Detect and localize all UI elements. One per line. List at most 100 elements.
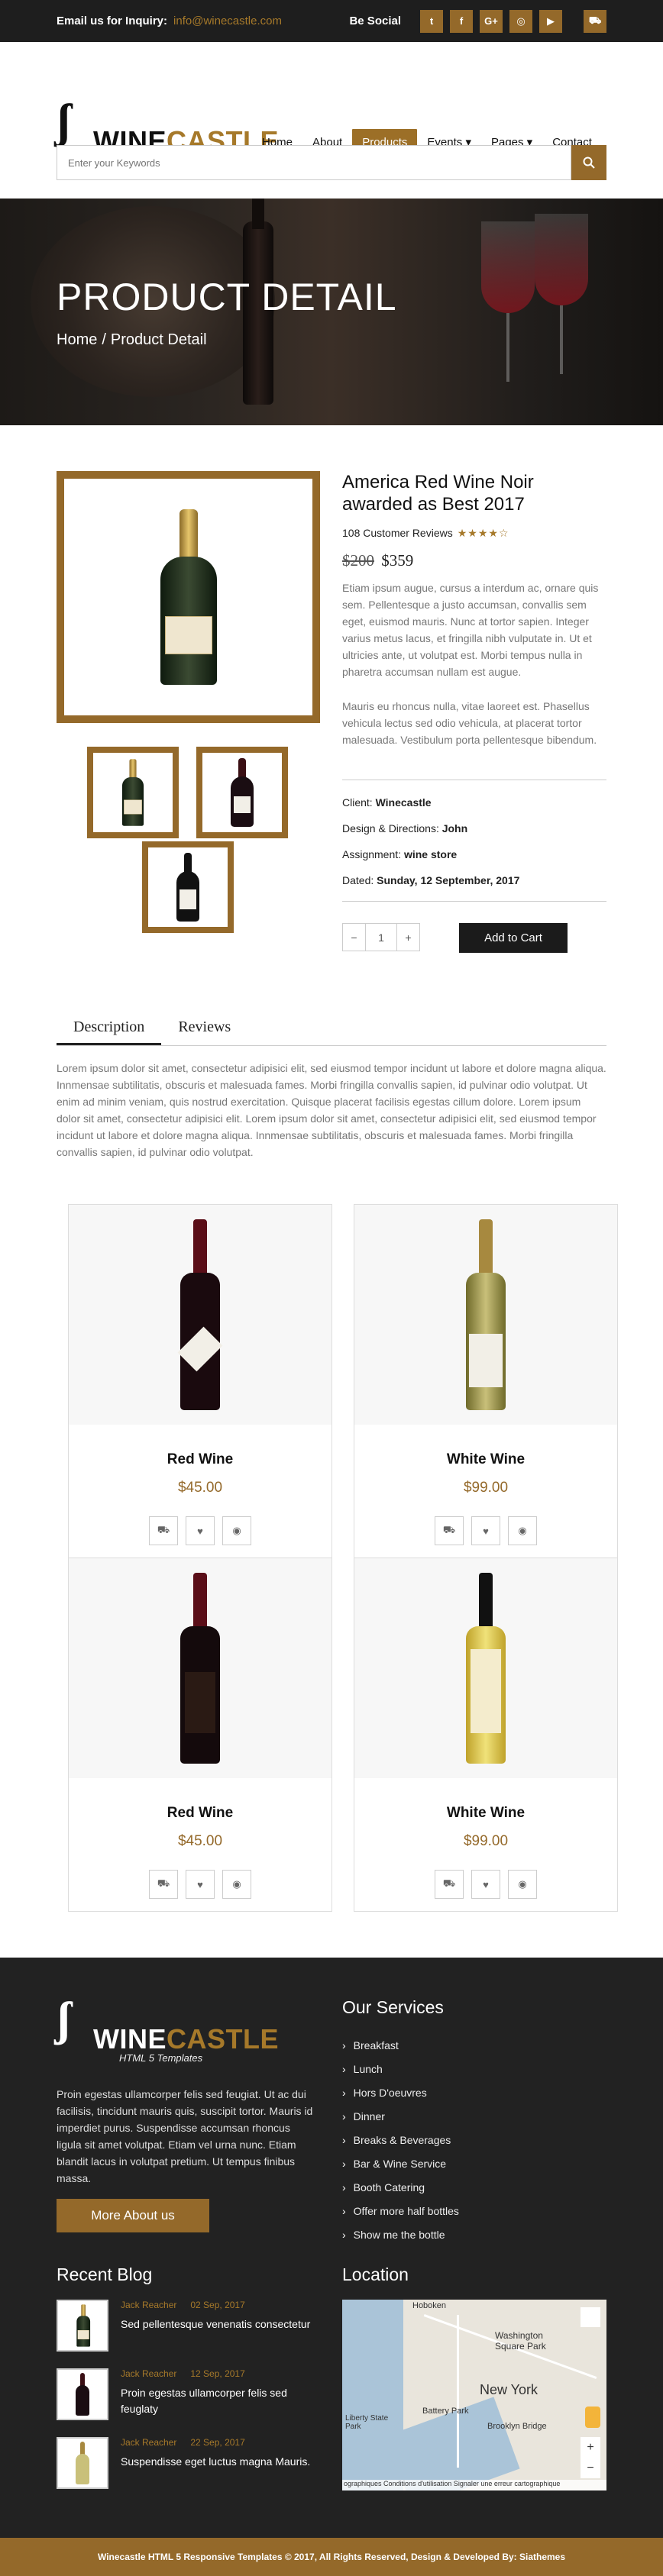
blog-post[interactable]: Jack Reacher 02 Sep, 2017 Sed pellentesqu…: [57, 2300, 324, 2353]
quantity-stepper: − 1 +: [342, 923, 420, 951]
product-card[interactable]: White Wine $99.00 ⛟ ♥ ◉: [354, 1558, 618, 1912]
current-price: $359: [381, 551, 414, 570]
meta-design: Design & Directions: John: [342, 822, 468, 834]
service-link[interactable]: Dinner: [342, 2105, 459, 2129]
cart-icon[interactable]: ⛟: [435, 1516, 464, 1545]
service-link[interactable]: Bar & Wine Service: [342, 2152, 459, 2176]
facebook-icon[interactable]: f: [450, 9, 473, 33]
eye-icon[interactable]: ◉: [222, 1870, 251, 1899]
service-link[interactable]: Breakfast: [342, 2034, 459, 2058]
product-card[interactable]: Red Wine $45.00 ⛟ ♥ ◉: [68, 1204, 332, 1558]
product-card[interactable]: White Wine $99.00 ⛟ ♥ ◉: [354, 1204, 618, 1558]
cart-icon[interactable]: ⛟: [435, 1870, 464, 1899]
tab-description[interactable]: Description: [57, 1014, 162, 1045]
blog-thumbnail: [57, 2300, 108, 2352]
heart-icon[interactable]: ♥: [471, 1516, 500, 1545]
instagram-icon[interactable]: ◎: [509, 9, 532, 33]
zoom-in-button[interactable]: +: [587, 2441, 593, 2455]
location-map[interactable]: Hoboken Washington Square Park New York …: [342, 2300, 606, 2490]
youtube-icon[interactable]: ▶: [539, 9, 562, 33]
blog-post[interactable]: Jack Reacher 22 Sep, 2017 Suspendisse ege…: [57, 2437, 324, 2490]
search-bar: [57, 145, 606, 180]
inquiry-label: Email us for Inquiry:: [57, 15, 168, 27]
blog-date: 02 Sep, 2017: [190, 2300, 245, 2310]
cart-icon[interactable]: ⛟: [149, 1516, 178, 1545]
champagne-bottle-image: [160, 509, 217, 685]
map-label: Hoboken: [412, 2301, 447, 2310]
copyright-bar: Winecastle HTML 5 Responsive Templates ©…: [0, 2538, 663, 2576]
blog-post[interactable]: Jack Reacher 12 Sep, 2017 Proin egestas u…: [57, 2368, 324, 2422]
blog-title[interactable]: Proin egestas ullamcorper felis sed feug…: [121, 2385, 327, 2417]
wine-glass-image: [481, 221, 535, 313]
product-name[interactable]: Red Wine: [69, 1451, 332, 1468]
tab-description-content: Lorem ipsum dolor sit amet, consectetur …: [57, 1062, 606, 1158]
blog-title[interactable]: Suspendisse eget luctus magna Mauris.: [121, 2454, 327, 2470]
google-plus-icon[interactable]: G+: [480, 9, 503, 33]
map-label: New York: [480, 2382, 538, 2397]
twitter-icon[interactable]: t: [420, 9, 443, 33]
product-main-image[interactable]: [57, 471, 320, 723]
white-wine-bottle-image: [466, 1573, 506, 1764]
product-thumbnail[interactable]: [87, 747, 179, 838]
heart-icon[interactable]: ♥: [471, 1870, 500, 1899]
product-name[interactable]: White Wine: [354, 1805, 617, 1822]
services-heading: Our Services: [342, 1997, 444, 2017]
heart-icon[interactable]: ♥: [186, 1516, 215, 1545]
product-price: $99.00: [463, 1833, 509, 1849]
map-credits: ographiques Conditions d'utilisation Sig…: [342, 2480, 606, 2490]
zoom-out-button[interactable]: −: [587, 2461, 593, 2475]
add-to-cart-button[interactable]: Add to Cart: [459, 923, 568, 953]
footer-logo[interactable]: ʃ WINECASTLE HTML 5 Templates: [57, 1993, 279, 2068]
eye-icon[interactable]: ◉: [222, 1516, 251, 1545]
footer: ʃ WINECASTLE HTML 5 Templates Proin eges…: [0, 1958, 663, 2538]
search-button[interactable]: [571, 145, 606, 180]
product-name[interactable]: Red Wine: [69, 1805, 332, 1822]
breadcrumb-separator: /: [102, 331, 106, 348]
champagne-bottle-image: [121, 759, 144, 826]
blog-title[interactable]: Sed pellentesque venenatis consectetur: [121, 2316, 327, 2332]
review-count-link[interactable]: 108 Customer Reviews: [342, 527, 453, 539]
service-link[interactable]: Offer more half bottles: [342, 2200, 459, 2223]
cart-icon[interactable]: ⛟: [149, 1870, 178, 1899]
eye-icon[interactable]: ◉: [508, 1516, 537, 1545]
service-link[interactable]: Breaks & Beverages: [342, 2129, 459, 2152]
product-name[interactable]: White Wine: [354, 1451, 617, 1468]
search-input[interactable]: [57, 145, 571, 180]
service-link[interactable]: Show me the bottle: [342, 2223, 459, 2247]
service-link[interactable]: Hors D'oeuvres: [342, 2081, 459, 2105]
product-thumbnail[interactable]: [142, 841, 234, 933]
product-price: $99.00: [463, 1480, 509, 1496]
breadcrumb-home[interactable]: Home: [57, 331, 97, 348]
breadcrumb: Home / Product Detail: [57, 331, 207, 349]
corkscrew-icon: ʃ: [57, 1993, 71, 2045]
rating-stars: ★★★★☆: [457, 527, 509, 539]
tab-reviews[interactable]: Reviews: [161, 1014, 247, 1045]
qty-minus-button[interactable]: −: [342, 923, 366, 951]
breadcrumb-current: Product Detail: [110, 331, 207, 348]
meta-assignment: Assignment: wine store: [342, 848, 458, 860]
product-thumbnail[interactable]: [196, 747, 288, 838]
product-card[interactable]: Red Wine $45.00 ⛟ ♥ ◉: [68, 1558, 332, 1912]
qty-plus-button[interactable]: +: [396, 923, 420, 951]
blog-date: 12 Sep, 2017: [190, 2368, 245, 2379]
service-link[interactable]: Booth Catering: [342, 2176, 459, 2200]
more-about-button[interactable]: More About us: [57, 2199, 209, 2232]
blog-thumbnail: [57, 2437, 108, 2489]
cart-icon[interactable]: ⛟: [584, 9, 606, 33]
services-list: Breakfast Lunch Hors D'oeuvres Dinner Br…: [342, 2034, 459, 2247]
product-title: America Red Wine Noir awarded as Best 20…: [342, 472, 534, 515]
fullscreen-icon[interactable]: ⛶: [581, 2307, 600, 2327]
service-link[interactable]: Lunch: [342, 2058, 459, 2081]
map-label: Liberty State Park: [345, 2414, 389, 2431]
corkscrew-icon: ʃ: [57, 95, 71, 147]
eye-icon[interactable]: ◉: [508, 1870, 537, 1899]
pegman-icon[interactable]: [585, 2407, 600, 2428]
qty-input[interactable]: 1: [366, 923, 396, 951]
wine-bottle-image: [231, 758, 254, 827]
red-wine-bottle-image: [177, 1219, 223, 1410]
map-label: Brooklyn Bridge: [487, 2422, 547, 2431]
inquiry-email-link[interactable]: info@winecastle.com: [173, 15, 282, 27]
heart-icon[interactable]: ♥: [186, 1870, 215, 1899]
blog-author: Jack Reacher: [121, 2300, 177, 2310]
wine-glass-image: [535, 214, 588, 305]
